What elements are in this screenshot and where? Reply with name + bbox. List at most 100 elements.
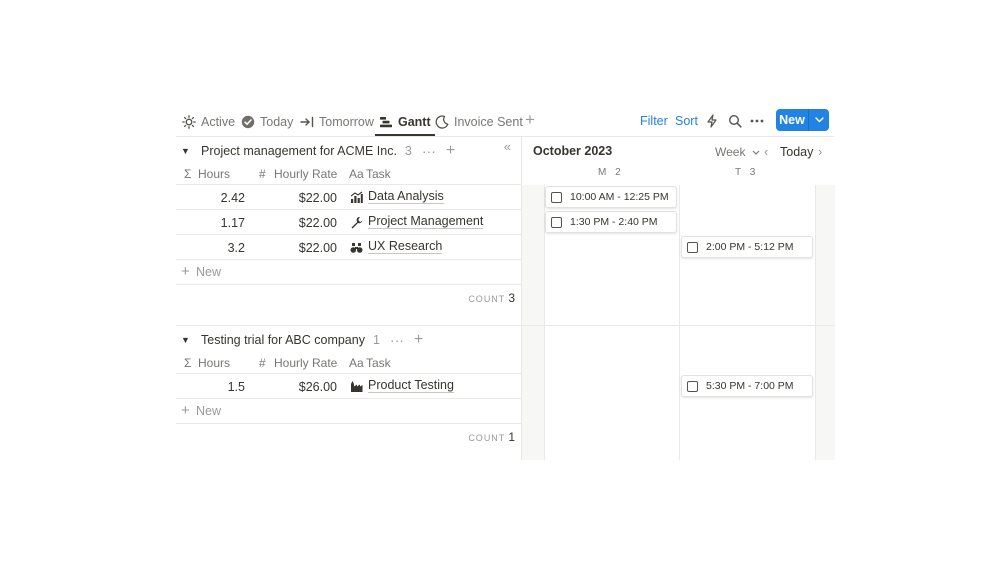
column-header-hours[interactable]: Hours <box>198 356 230 370</box>
group-divider <box>176 325 521 326</box>
hours-cell: 1.5 <box>227 380 245 394</box>
column-header-task[interactable]: Task <box>366 356 391 370</box>
chart-icon <box>350 191 363 204</box>
new-button-label[interactable]: New <box>776 109 809 131</box>
plus-icon: + <box>525 110 535 129</box>
day-letter: M <box>598 167 608 178</box>
hours-cell: 3.2 <box>227 241 245 255</box>
task-name[interactable]: Project Management <box>368 215 484 229</box>
new-button[interactable]: New <box>776 109 829 131</box>
gantt-bar[interactable]: 2:00 PM - 5:12 PM <box>681 236 813 258</box>
checkbox[interactable] <box>551 191 562 203</box>
timeline-month: October 2023 <box>533 144 613 158</box>
count-summary[interactable]: COUNT 1 <box>468 430 515 444</box>
count-value: 3 <box>508 291 515 305</box>
timeline-header: October 2023 Week ‹ Today › M 2 T 3 <box>522 137 835 185</box>
new-row-button[interactable]: + New <box>176 399 521 424</box>
add-item-icon[interactable]: + <box>414 331 423 349</box>
add-view-button[interactable]: + <box>522 110 538 130</box>
binoculars-icon <box>350 241 363 254</box>
chevron-right-icon[interactable]: › <box>818 144 822 159</box>
hours-cell: 1.17 <box>220 216 245 230</box>
plus-icon: + <box>181 263 190 280</box>
group-divider <box>522 325 835 326</box>
toggle-triangle-icon[interactable]: ▼ <box>181 335 191 345</box>
chevron-left-icon[interactable]: ‹ <box>764 144 768 159</box>
hash-icon: # <box>259 167 266 181</box>
count-summary[interactable]: COUNT 3 <box>468 291 515 305</box>
column-header-task[interactable]: Task <box>366 167 391 181</box>
sigma-icon: Σ <box>184 167 192 181</box>
group-title: Testing trial for ABC company <box>201 333 365 347</box>
new-row-label: New <box>196 265 222 279</box>
rate-cell: $22.00 <box>298 241 337 255</box>
bar-label: 10:00 AM - 12:25 PM <box>570 191 669 203</box>
tab-label: Active <box>201 114 236 129</box>
checkbox[interactable] <box>551 216 562 228</box>
view-scale-select[interactable]: Week <box>715 145 760 159</box>
tab-tomorrow[interactable]: Tomorrow <box>300 108 374 135</box>
tab-today[interactable]: Today <box>241 108 293 135</box>
gantt-icon <box>379 115 393 129</box>
add-item-icon[interactable]: + <box>446 142 455 160</box>
group-title: Project management for ACME Inc. <box>201 144 397 158</box>
table-row[interactable]: 3.2 $22.00 UX Research <box>176 235 521 260</box>
tab-label: Tomorrow <box>319 114 374 129</box>
filter-button[interactable]: Filter <box>640 114 668 128</box>
tab-gantt[interactable]: Gantt <box>375 108 435 136</box>
task-name[interactable]: Product Testing <box>368 379 454 393</box>
weekend-shade <box>522 185 544 460</box>
new-row-button[interactable]: + New <box>176 260 521 285</box>
day-number: 3 <box>749 167 757 178</box>
task-name[interactable]: Data Analysis <box>368 190 444 204</box>
sigma-icon: Σ <box>184 356 192 370</box>
hours-cell: 2.42 <box>220 191 245 205</box>
column-headers: Σ Hours # Hourly Rate Aa Task <box>176 161 521 185</box>
table-row[interactable]: 2.42 $22.00 Data Analysis <box>176 185 521 210</box>
tab-active[interactable]: Active <box>182 108 235 135</box>
toggle-triangle-icon[interactable]: ▼ <box>181 146 191 156</box>
group-header[interactable]: ▼ Project management for ACME Inc. 3 ···… <box>176 139 521 163</box>
day-header-tuesday: T 3 <box>735 167 756 178</box>
tab-invoice-sent[interactable]: Invoice Sent <box>435 108 523 135</box>
day-header-monday: M 2 <box>598 167 622 178</box>
day-divider <box>679 185 680 460</box>
column-headers: Σ Hours # Hourly Rate Aa Task <box>176 350 521 374</box>
checkbox[interactable] <box>687 380 698 392</box>
group-count: 3 <box>404 144 412 158</box>
gantt-table: ▼ Project management for ACME Inc. 3 ···… <box>176 137 521 460</box>
more-options-icon[interactable]: ··· <box>422 143 436 159</box>
sun-icon <box>182 114 196 129</box>
task-name[interactable]: UX Research <box>368 240 443 254</box>
count-value: 1 <box>508 430 515 444</box>
text-type-icon: Aa <box>349 167 364 181</box>
more-options-icon[interactable]: ··· <box>390 332 404 348</box>
group-header[interactable]: ▼ Testing trial for ABC company 1 ··· + <box>176 328 521 352</box>
checkbox[interactable] <box>687 241 698 253</box>
tab-label: Today <box>260 114 294 129</box>
day-letter: T <box>735 167 742 178</box>
search-icon[interactable] <box>727 113 743 129</box>
column-header-rate[interactable]: Hourly Rate <box>274 167 337 181</box>
day-number: 2 <box>615 167 622 178</box>
count-label: COUNT <box>468 433 506 443</box>
column-header-hours[interactable]: Hours <box>198 167 230 181</box>
gantt-bar[interactable]: 1:30 PM - 2:40 PM <box>545 211 677 233</box>
arrow-right-bar-icon <box>300 115 314 129</box>
chevron-down-icon[interactable] <box>809 109 829 131</box>
more-options-icon[interactable] <box>749 113 765 129</box>
sort-button[interactable]: Sort <box>675 114 698 128</box>
gantt-bar[interactable]: 10:00 AM - 12:25 PM <box>545 186 677 208</box>
lightning-icon[interactable] <box>704 113 720 129</box>
table-row[interactable]: 1.17 $22.00 Project Management <box>176 210 521 235</box>
view-tabs-bar: Active Today Tomorrow Gantt Invoice Sent… <box>176 108 834 136</box>
tab-label: Gantt <box>398 114 431 129</box>
rate-cell: $26.00 <box>298 380 337 394</box>
collapse-table-icon[interactable]: « <box>504 139 511 154</box>
group-count: 1 <box>372 333 380 347</box>
gantt-bar[interactable]: 5:30 PM - 7:00 PM <box>681 375 813 397</box>
today-button[interactable]: Today <box>780 145 813 159</box>
rate-cell: $22.00 <box>298 191 337 205</box>
table-row[interactable]: 1.5 $26.00 Product Testing <box>176 374 521 399</box>
column-header-rate[interactable]: Hourly Rate <box>274 356 337 370</box>
